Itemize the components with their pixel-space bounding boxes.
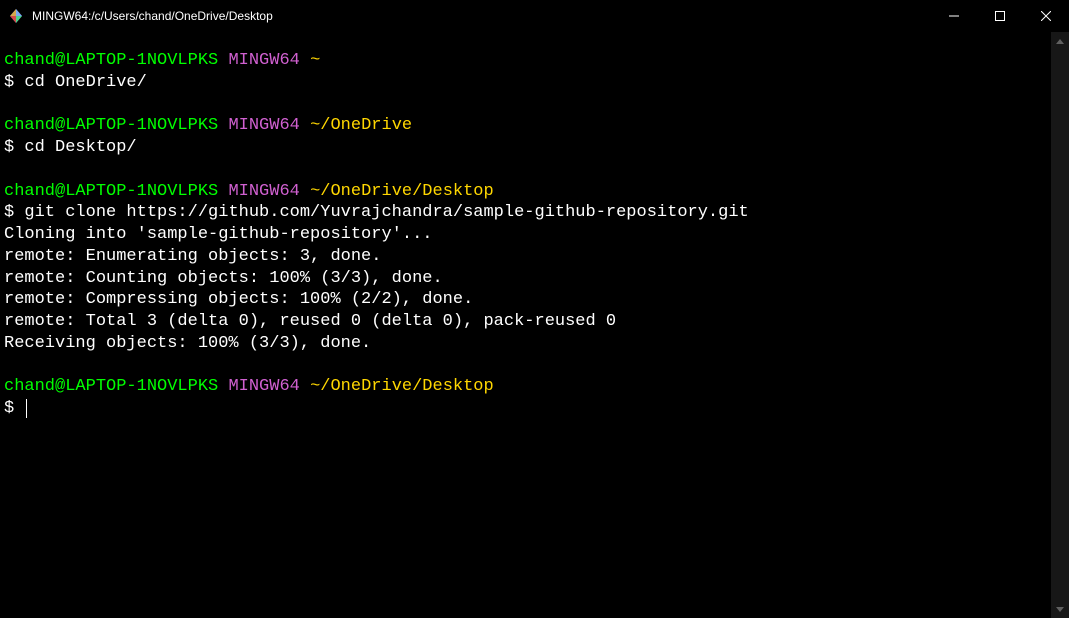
prompt-line: chand@LAPTOP-1NOVLPKS MINGW64 ~/OneDrive… [4,376,1051,398]
output-line: remote: Total 3 (delta 0), reused 0 (del… [4,311,1051,333]
command-text: cd OneDrive/ [24,73,146,92]
output-line: remote: Compressing objects: 100% (2/2),… [4,289,1051,311]
prompt-symbol: $ [4,399,14,418]
cursor [26,399,27,418]
output-line: remote: Enumerating objects: 3, done. [4,246,1051,268]
user-host: chand@LAPTOP-1NOVLPKS [4,182,218,201]
shell-label: MINGW64 [228,377,299,396]
terminal-content[interactable]: chand@LAPTOP-1NOVLPKS MINGW64 ~$ cd OneD… [0,32,1051,618]
scroll-down-arrow[interactable] [1051,600,1069,618]
command-line: $ cd Desktop/ [4,137,1051,159]
prompt-line: chand@LAPTOP-1NOVLPKS MINGW64 ~/OneDrive [4,115,1051,137]
titlebar[interactable]: MINGW64:/c/Users/chand/OneDrive/Desktop [0,0,1069,32]
command-line: $ git clone https://github.com/Yuvrajcha… [4,202,1051,224]
minimize-button[interactable] [931,0,977,32]
terminal-area: chand@LAPTOP-1NOVLPKS MINGW64 ~$ cd OneD… [0,32,1069,618]
shell-label: MINGW64 [228,116,299,135]
prompt-symbol: $ [4,138,14,157]
command-line: $ cd OneDrive/ [4,72,1051,94]
maximize-button[interactable] [977,0,1023,32]
prompt-line: chand@LAPTOP-1NOVLPKS MINGW64 ~/OneDrive… [4,181,1051,203]
scrollbar[interactable] [1051,32,1069,618]
shell-label: MINGW64 [228,51,299,70]
command-text: git clone https://github.com/Yuvrajchand… [24,203,748,222]
cwd-path: ~ [310,51,320,70]
blank-line [4,355,1051,377]
output-line: remote: Counting objects: 100% (3/3), do… [4,268,1051,290]
user-host: chand@LAPTOP-1NOVLPKS [4,51,218,70]
command-text: cd Desktop/ [24,138,136,157]
shell-label: MINGW64 [228,182,299,201]
cwd-path: ~/OneDrive [310,116,412,135]
output-line: Cloning into 'sample-github-repository'.… [4,224,1051,246]
user-host: chand@LAPTOP-1NOVLPKS [4,116,218,135]
user-host: chand@LAPTOP-1NOVLPKS [4,377,218,396]
window-title: MINGW64:/c/Users/chand/OneDrive/Desktop [32,9,931,23]
command-line: $ [4,398,1051,420]
prompt-symbol: $ [4,73,14,92]
app-icon [8,8,24,24]
blank-line [4,94,1051,116]
prompt-line: chand@LAPTOP-1NOVLPKS MINGW64 ~ [4,50,1051,72]
cwd-path: ~/OneDrive/Desktop [310,182,494,201]
scroll-up-arrow[interactable] [1051,32,1069,50]
window-controls [931,0,1069,31]
blank-line [4,159,1051,181]
close-button[interactable] [1023,0,1069,32]
prompt-symbol: $ [4,203,14,222]
cwd-path: ~/OneDrive/Desktop [310,377,494,396]
output-line: Receiving objects: 100% (3/3), done. [4,333,1051,355]
